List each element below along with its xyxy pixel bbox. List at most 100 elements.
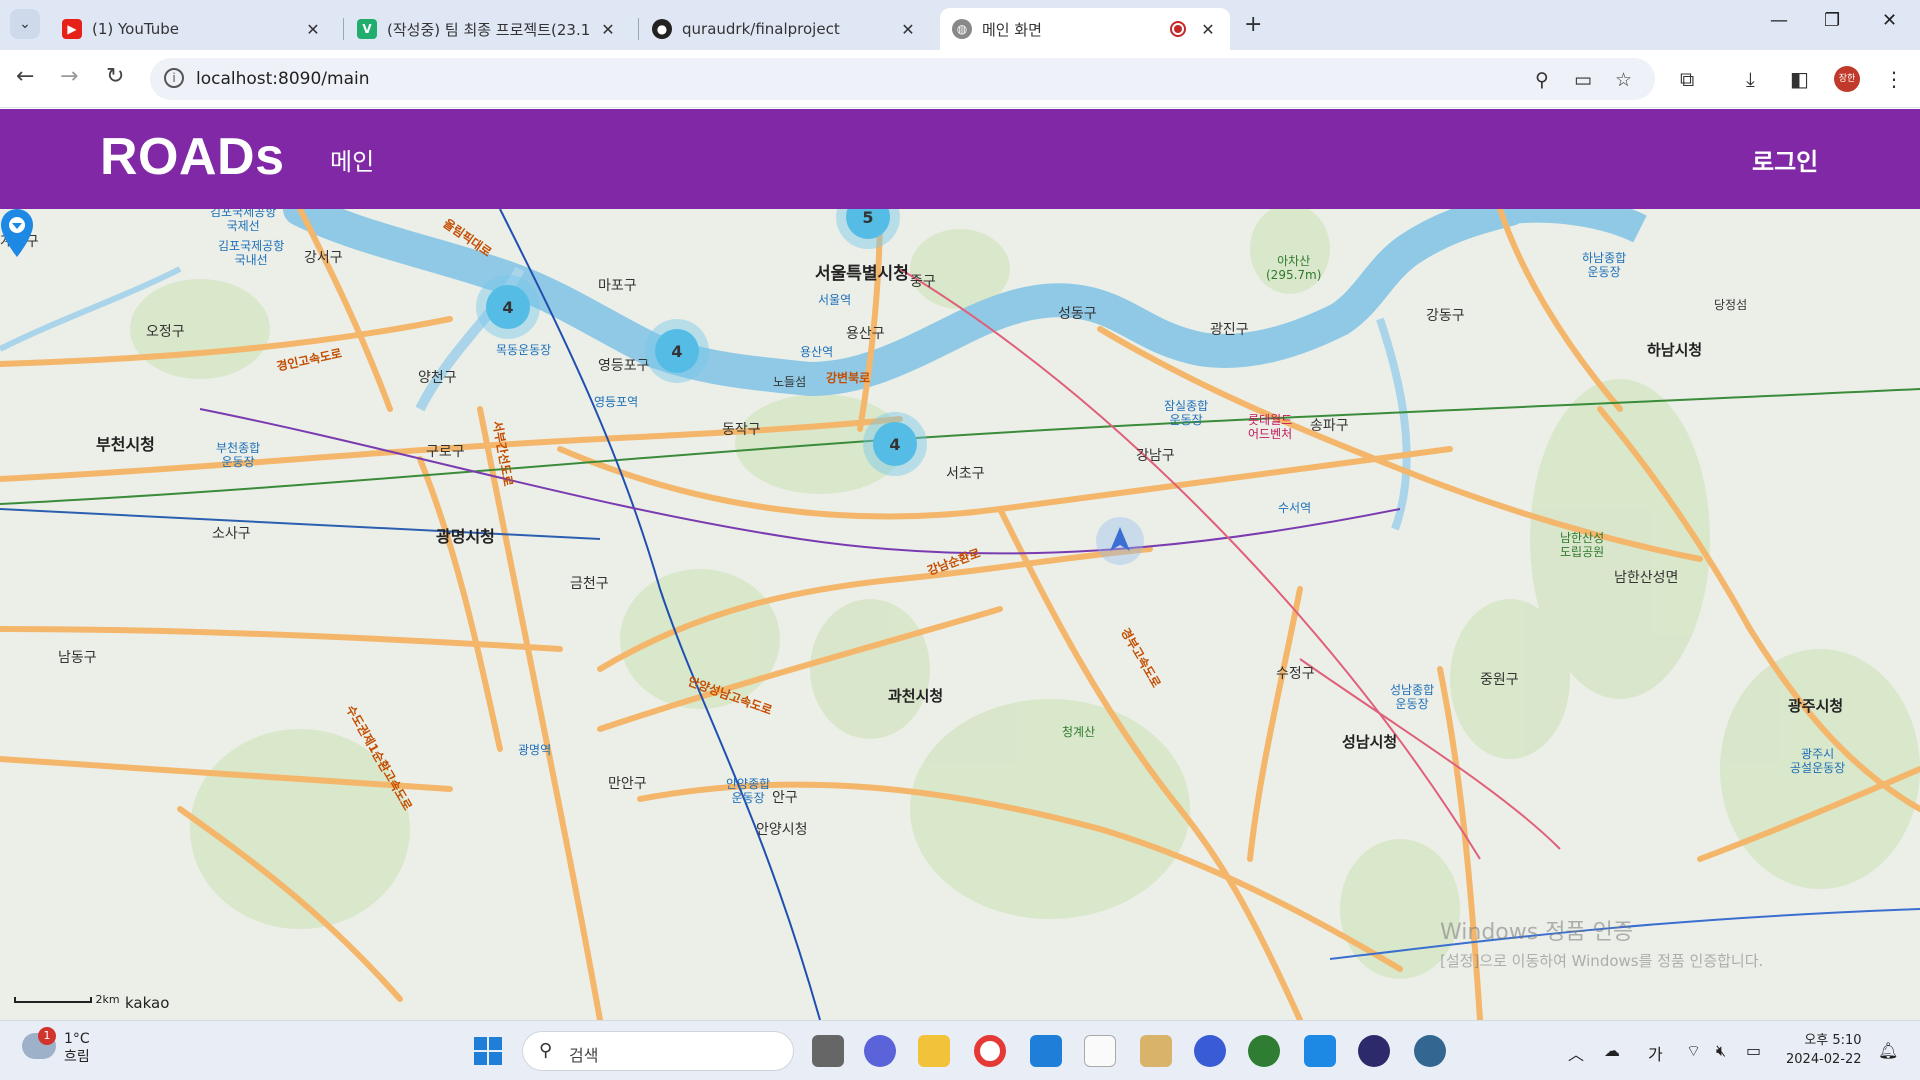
document-icon[interactable]	[1084, 1035, 1116, 1067]
extensions-icon[interactable]: ⧉	[1680, 67, 1694, 91]
postgresql-icon[interactable]	[1414, 1035, 1446, 1067]
minimize-icon[interactable]: —	[1770, 10, 1788, 31]
search-placeholder: 검색	[569, 1046, 599, 1065]
back-arrow-icon[interactable]: ←	[16, 64, 34, 89]
kakao-logo[interactable]: kakao	[125, 994, 169, 1012]
map-label-district: 마포구	[598, 278, 637, 294]
side-panel-icon[interactable]: ◧	[1790, 67, 1809, 91]
restore-icon[interactable]: ❐	[1824, 10, 1840, 31]
map-label-district: 남한산성면	[1614, 570, 1679, 586]
map-label-district: 오정구	[146, 324, 185, 340]
nav-main-link[interactable]: 메인	[330, 142, 374, 177]
search-icon: ⚲	[539, 1040, 553, 1061]
new-tab-button[interactable]: +	[1244, 12, 1262, 37]
system-clock[interactable]: 오후 5:10 2024-02-22	[1786, 1031, 1862, 1069]
url-text[interactable]: localhost:8090/main	[196, 69, 370, 89]
current-location-icon[interactable]	[1096, 517, 1144, 565]
map-label-poi: 목동운동장	[496, 343, 552, 357]
window-close-icon[interactable]: ✕	[1882, 10, 1897, 31]
brand-logo[interactable]: ROADs	[100, 127, 285, 187]
site-info-icon[interactable]: i	[164, 68, 184, 88]
cluster-count: 4	[655, 329, 699, 373]
marker-cluster[interactable]: 4	[645, 319, 709, 383]
scale-label: 2km	[95, 993, 120, 1006]
map-label-mountain: 청계산	[1062, 725, 1096, 739]
map-label-station: 영등포역	[594, 395, 639, 409]
map-label-island: 당정섬	[1714, 298, 1748, 312]
tab-notion[interactable]: V (작성중) 팀 최종 프로젝트(23.1 ✕	[345, 8, 630, 50]
chevron-up-icon[interactable]: ︿	[1568, 1041, 1584, 1065]
map-label-district: 강서구	[304, 250, 343, 266]
taskbar-search[interactable]: ⚲ 검색	[522, 1031, 794, 1071]
kakao-map[interactable]: 김포국제공항 국제선 김포국제공항 국내선 강서구 마포구 서울특별시청 중구 서울…	[0, 209, 1920, 1020]
volume-mute-icon[interactable]: 🔇︎	[1716, 1041, 1726, 1061]
camera-icon[interactable]: ▭	[1574, 69, 1592, 91]
weather-temp: 1°C	[64, 1031, 90, 1047]
reload-icon[interactable]: ↻	[106, 64, 124, 89]
location-pin-icon[interactable]: ⚲	[1535, 69, 1549, 91]
mongodb-icon[interactable]	[1248, 1035, 1280, 1067]
map-label-district: 강남구	[1136, 448, 1175, 464]
download-icon[interactable]: ⤓	[1746, 67, 1755, 91]
forward-arrow-icon[interactable]: →	[60, 64, 78, 89]
close-icon[interactable]: ✕	[898, 20, 918, 39]
map-label-district: 동작구	[722, 422, 761, 438]
map-label-district: 중구	[910, 274, 936, 290]
chat-icon[interactable]	[864, 1035, 896, 1067]
tab-title: quraudrk/finalproject	[682, 20, 840, 38]
file-explorer-icon[interactable]	[918, 1035, 950, 1067]
profile-avatar[interactable]: 장한	[1834, 66, 1860, 92]
close-icon[interactable]: ✕	[303, 20, 323, 39]
battery-icon[interactable]: ▭	[1746, 1041, 1761, 1060]
map-label-district: 영등포구	[598, 358, 650, 374]
notification-bell-icon[interactable]: 🔔︎	[1878, 1041, 1898, 1060]
map-label-district: 안구	[772, 790, 798, 806]
github-icon: ●	[652, 19, 672, 39]
login-link[interactable]: 로그인	[1752, 142, 1818, 177]
menu-kebab-icon[interactable]: ⋮	[1884, 67, 1904, 91]
map-label-poi: 부천종합 운동장	[216, 441, 261, 469]
clock-date: 2024-02-22	[1786, 1052, 1862, 1067]
notes-icon[interactable]	[1030, 1035, 1062, 1067]
weather-widget[interactable]: 1°C 흐림	[64, 1030, 90, 1066]
onedrive-icon[interactable]: ☁	[1604, 1041, 1620, 1060]
windows-start-icon[interactable]	[474, 1037, 502, 1065]
word-app-icon[interactable]	[1194, 1035, 1226, 1067]
marker-cluster[interactable]: 4	[863, 412, 927, 476]
address-bar[interactable]: i localhost:8090/main ⚲ ▭ ☆	[150, 58, 1655, 100]
map-label-poi: 안양종합 운동장	[726, 777, 771, 805]
map-label-city-hall: 성남시청	[1342, 733, 1398, 751]
map-label-city-hall: 부천시청	[96, 435, 155, 454]
browser-tab-strip: ⌄ ▶ (1) YouTube ✕ V (작성중) 팀 최종 프로젝트(23.1…	[0, 0, 1920, 50]
tab-main-active[interactable]: ◍ 메인 화면 ✕	[940, 8, 1230, 50]
map-label-district: 중원구	[1480, 672, 1519, 688]
notepad-icon[interactable]	[1140, 1035, 1172, 1067]
tab-youtube[interactable]: ▶ (1) YouTube ✕	[50, 8, 335, 50]
map-label-city-hall: 광명시청	[436, 527, 495, 546]
tab-search-button[interactable]: ⌄	[10, 9, 40, 39]
cluster-count: 4	[486, 285, 530, 329]
tab-github[interactable]: ● quraudrk/finalproject ✕	[640, 8, 930, 50]
map-label-station: 용산역	[800, 345, 834, 359]
close-icon[interactable]: ✕	[598, 20, 618, 39]
location-pin-icon[interactable]	[0, 209, 34, 257]
watermark-title: Windows 정품 인증	[1440, 920, 1634, 945]
marker-cluster[interactable]: 4	[476, 275, 540, 339]
bookmark-star-icon[interactable]: ☆	[1615, 69, 1632, 91]
weather-condition: 흐림	[64, 1049, 90, 1065]
map-label-poi: 김포국제공항 국제선	[210, 209, 277, 233]
eclipse-icon[interactable]	[1358, 1035, 1390, 1067]
close-icon[interactable]: ✕	[1198, 20, 1218, 39]
map-label-district: 만안구	[608, 776, 647, 792]
notion-v-icon: V	[357, 19, 377, 39]
wifi-icon[interactable]: ⌔	[1686, 1041, 1701, 1061]
map-label-district: 용산구	[846, 326, 885, 342]
ime-indicator[interactable]: 가	[1648, 1041, 1663, 1065]
map-label-district: 구로구	[426, 444, 465, 460]
vscode-icon[interactable]	[1304, 1035, 1336, 1067]
map-label-poi: 김포국제공항 국내선	[218, 239, 285, 267]
map-label-park: 남한산성 도립공원	[1560, 531, 1605, 559]
chrome-icon[interactable]	[974, 1035, 1006, 1067]
task-view-icon[interactable]	[812, 1035, 844, 1067]
tab-title: 메인 화면	[982, 20, 1042, 39]
